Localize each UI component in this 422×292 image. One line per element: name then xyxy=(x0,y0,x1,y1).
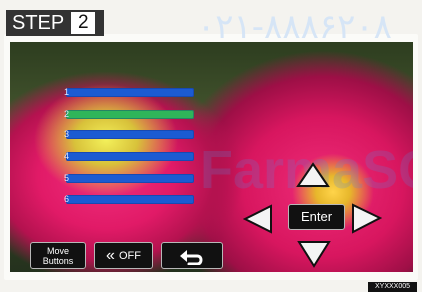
up-arrow-button[interactable] xyxy=(296,162,330,193)
step-label: STEP xyxy=(12,12,65,34)
arrow-left-icon xyxy=(242,204,272,234)
watermark-phone: ۰۲۱-۸۸۸۶۲۰۸ xyxy=(197,7,392,47)
screen: FarmaSC 1 2 3 4 5 6 Move Buttons « OFF E… xyxy=(10,42,413,272)
bar-index: 1 xyxy=(64,87,70,97)
adjustment-bar[interactable]: 3 xyxy=(64,129,194,139)
arrow-down-icon xyxy=(297,241,331,268)
double-chevron-left-icon: « xyxy=(106,246,115,264)
arrow-right-icon xyxy=(352,203,383,234)
enter-button[interactable]: Enter xyxy=(288,204,345,230)
right-arrow-button[interactable] xyxy=(351,203,383,239)
off-label: OFF xyxy=(118,249,141,262)
bar-index: 2 xyxy=(64,109,70,119)
adjustment-bar-selected[interactable]: 2 xyxy=(64,109,194,119)
enter-label: Enter xyxy=(300,209,333,224)
back-button[interactable] xyxy=(161,242,223,269)
bar-index: 3 xyxy=(64,129,70,139)
bar-index: 5 xyxy=(64,173,70,183)
bar-index: 4 xyxy=(64,151,70,161)
move-buttons-button[interactable]: Move Buttons xyxy=(30,242,86,269)
return-arrow-icon xyxy=(180,249,203,265)
footer-code: XYXXX005 xyxy=(368,282,417,292)
left-arrow-button[interactable] xyxy=(242,204,273,239)
down-arrow-button[interactable] xyxy=(297,240,331,272)
arrow-up-icon xyxy=(296,162,330,187)
step-number: 2 xyxy=(70,11,97,35)
adjustment-bar[interactable]: 5 xyxy=(64,173,194,183)
adjustment-bar[interactable]: 1 xyxy=(64,87,194,97)
move-buttons-label: Move Buttons xyxy=(42,245,74,266)
off-button[interactable]: « OFF xyxy=(94,242,153,269)
bar-index: 6 xyxy=(64,194,70,204)
step-indicator: STEP 2 xyxy=(6,10,104,36)
adjustment-bar[interactable]: 6 xyxy=(64,194,194,204)
adjustment-bar[interactable]: 4 xyxy=(64,151,194,161)
